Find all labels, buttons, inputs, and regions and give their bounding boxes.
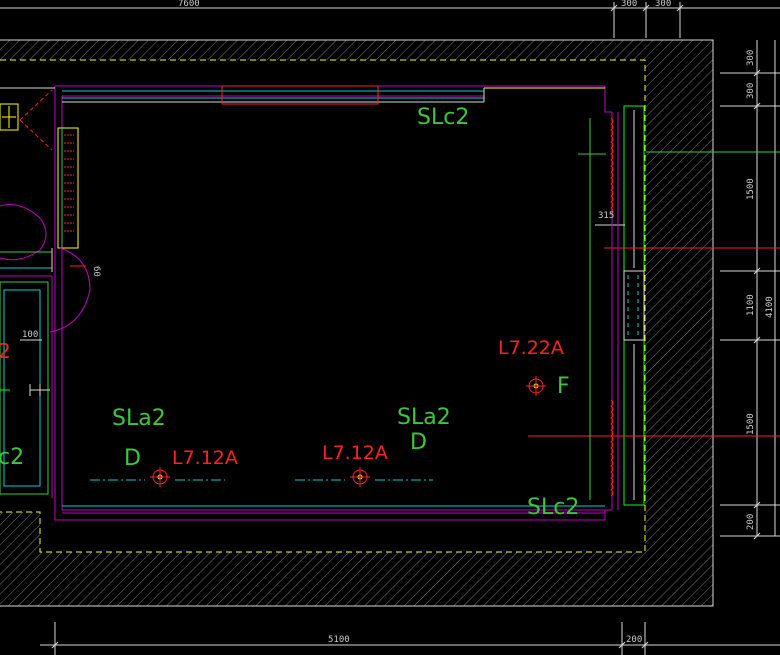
dim-inner-60: 60 xyxy=(91,266,101,277)
dim-top-overall: 7600 xyxy=(178,0,200,9)
label-l712-mid: L7.12A xyxy=(322,442,388,464)
label-c2-partial: c2 xyxy=(0,445,24,470)
dim-right-1500a: 1500 xyxy=(746,178,756,200)
dim-top-b: 300 xyxy=(655,0,671,9)
label-d-left: D xyxy=(124,446,141,471)
dim-inner-315: 315 xyxy=(598,211,614,221)
light-fixture-mid xyxy=(295,467,433,487)
dim-bottom-5100: 5100 xyxy=(328,635,350,645)
light-fixture-left xyxy=(90,467,225,487)
label-sla2-left: SLa2 xyxy=(112,406,166,431)
wall-hatch xyxy=(0,40,713,606)
left-cabinet-squiggles xyxy=(64,134,74,232)
bottom-dimension xyxy=(40,622,780,655)
label-sla2-mid: SLa2 xyxy=(397,405,451,430)
light-fixture-right xyxy=(526,376,546,396)
wall-dashed-line xyxy=(0,59,646,553)
dim-right-200: 200 xyxy=(746,514,756,530)
dim-right-1500b: 1500 xyxy=(746,413,756,435)
label-d-mid: D xyxy=(410,430,427,455)
cad-floor-plan: SLc2 SLc2 SLa2 SLa2 D D F c2 L7.12A L7.1… xyxy=(0,0,780,655)
wall-outline-outer xyxy=(0,39,714,607)
label-l722: L7.22A xyxy=(498,337,564,359)
top-window-strip xyxy=(62,85,605,105)
label-slc2-top: SLc2 xyxy=(417,105,469,130)
dim-right-1100: 1100 xyxy=(746,294,756,316)
dim-inner-100: 100 xyxy=(22,330,38,340)
label-l712-left: L7.12A xyxy=(172,447,238,469)
dim-top-a: 300 xyxy=(621,0,637,9)
dim-right-total: 4100 xyxy=(765,296,775,318)
left-cabinet xyxy=(0,87,91,498)
dim-right-300b: 300 xyxy=(746,83,756,99)
label-2-partial: 2 xyxy=(0,339,11,363)
dim-bottom-200: 200 xyxy=(626,635,642,645)
label-f: F xyxy=(557,374,570,399)
right-dimension xyxy=(720,40,780,540)
dim-right-300a: 300 xyxy=(746,50,756,66)
label-slc2-bottom: SLc2 xyxy=(527,495,579,520)
